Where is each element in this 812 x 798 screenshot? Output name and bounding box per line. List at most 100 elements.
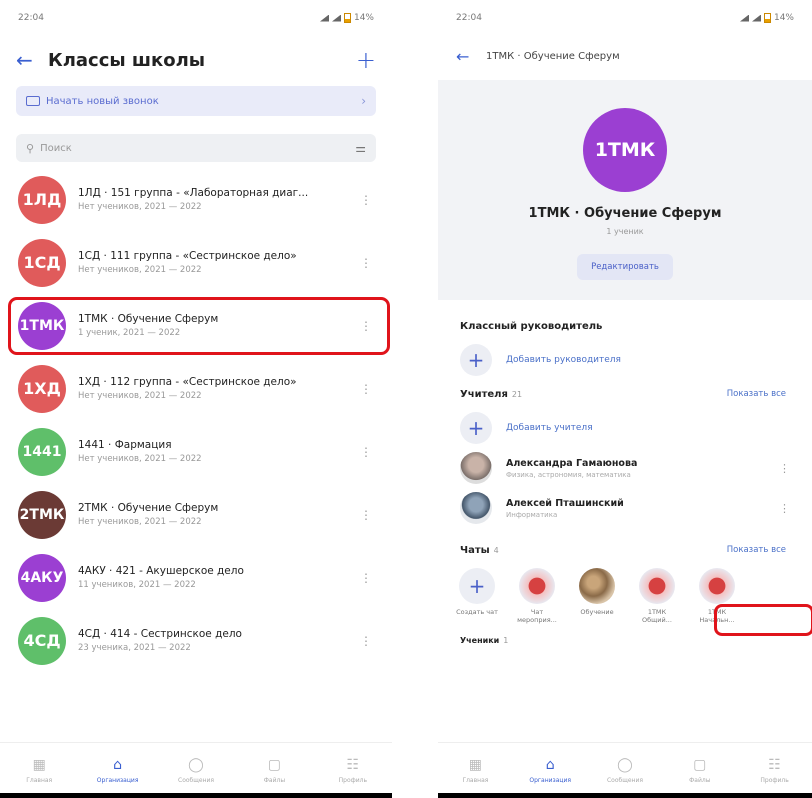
class-meta: Нет учеников, 2021 — 2022 xyxy=(78,265,202,275)
class-list-item[interactable]: 1СД 1СД · 111 группа - «Сестринское дело»… xyxy=(0,231,392,294)
class-name: 4АКУ · 421 - Акушерское дело xyxy=(78,565,244,577)
more-options-icon[interactable]: ⋮ xyxy=(358,445,374,459)
people-icon: ☷ xyxy=(768,757,781,773)
search-input[interactable]: ⚲ Поиск ⚌ xyxy=(16,134,376,162)
more-options-icon[interactable]: ⋮ xyxy=(779,462,790,475)
back-arrow-icon[interactable]: ← xyxy=(16,48,48,72)
class-avatar: 2ТМК xyxy=(18,490,66,539)
teacher-name: Александра Гамаюнова xyxy=(506,457,638,469)
tab-files[interactable]: ▢ Файлы xyxy=(662,743,737,798)
tab-organization[interactable]: ⌂ Организация xyxy=(513,743,588,798)
video-camera-icon xyxy=(26,96,40,106)
plus-icon: + xyxy=(459,568,495,604)
tab-label: Сообщения xyxy=(606,777,643,784)
tab-label: Главная xyxy=(26,777,53,784)
more-options-icon[interactable]: ⋮ xyxy=(779,502,790,515)
students-count: 1 xyxy=(503,636,509,646)
add-homeroom-button[interactable]: + Добавить руководителя xyxy=(438,340,812,380)
chat-label: Чат мероприя... xyxy=(517,608,557,624)
teacher-name: Алексей Пташинский xyxy=(506,497,624,509)
signal-icon xyxy=(331,14,341,22)
classes-screen: 22:04 14% ← Классы школы + Начать новый … xyxy=(0,0,392,798)
status-bar: 22:04 14% xyxy=(438,0,812,36)
class-info: 1ХД · 112 группа - «Сестринское дело» Нет… xyxy=(78,376,358,401)
school-icon: ⌂ xyxy=(113,757,123,773)
tab-files[interactable]: ▢ Файлы xyxy=(235,743,313,798)
grid-icon: ▦ xyxy=(32,757,46,773)
back-arrow-icon[interactable]: ← xyxy=(456,47,486,66)
class-info: 1СД · 111 группа - «Сестринское дело» Нет… xyxy=(78,250,358,275)
tab-label: Файлы xyxy=(263,777,286,784)
teacher-row[interactable]: Алексей Пташинский Информатика ⋮ xyxy=(438,488,812,528)
class-list-item[interactable]: 1ХД 1ХД · 112 группа - «Сестринское дело»… xyxy=(0,357,392,420)
chat-item[interactable]: 1ТМК Начальн... xyxy=(698,568,736,625)
tab-label: Организация xyxy=(96,777,139,784)
more-options-icon[interactable]: ⋮ xyxy=(358,634,374,648)
signal-icon xyxy=(751,14,761,22)
more-options-icon[interactable]: ⋮ xyxy=(358,319,374,333)
tab-organization[interactable]: ⌂ Организация xyxy=(78,743,156,798)
students-section-header: Ученики 1 xyxy=(438,631,812,651)
chat-label: Обучение xyxy=(580,608,614,616)
class-list-item[interactable]: 4АКУ 4АКУ · 421 - Акушерское дело 11 учени… xyxy=(0,546,392,609)
add-class-button[interactable]: + xyxy=(356,46,376,74)
teachers-title: Учителя xyxy=(460,388,508,400)
class-list: 1ЛД 1ЛД · 151 группа - «Лабораторная диаг… xyxy=(0,168,392,672)
signal-icon xyxy=(319,14,329,22)
add-teacher-label: Добавить учителя xyxy=(506,423,593,433)
class-avatar: 1ТМК xyxy=(18,301,66,350)
avatar xyxy=(460,452,492,484)
chat-item[interactable]: Обучение xyxy=(578,568,616,625)
app-header: ← Классы школы + xyxy=(0,36,392,84)
chevron-right-icon: › xyxy=(361,94,366,108)
tab-home[interactable]: ▦ Главная xyxy=(438,743,513,798)
app-header: ← 1ТМК · Обучение Сферум xyxy=(438,36,812,76)
class-list-item[interactable]: 2ТМК 2ТМК · Обучение Сферум Нет учеников, … xyxy=(0,483,392,546)
class-avatar: 1ХД xyxy=(18,364,66,413)
class-avatar: 1ЛД xyxy=(18,175,66,224)
class-avatar: 1ТМК xyxy=(583,108,667,192)
tab-profile[interactable]: ☷ Профиль xyxy=(314,743,392,798)
filter-icon[interactable]: ⚌ xyxy=(355,141,366,155)
people-icon: ☷ xyxy=(346,757,360,773)
status-time: 22:04 xyxy=(18,13,44,23)
create-chat-button[interactable]: + Создать чат xyxy=(456,568,498,625)
more-options-icon[interactable]: ⋮ xyxy=(358,571,374,585)
chats-title: Чаты xyxy=(460,544,490,556)
tab-profile[interactable]: ☷ Профиль xyxy=(737,743,812,798)
class-list-item[interactable]: 1ЛД 1ЛД · 151 группа - «Лабораторная диаг… xyxy=(0,168,392,231)
class-avatar: 1СД xyxy=(18,238,66,287)
header-title: 1ТМК · Обучение Сферум xyxy=(486,50,620,62)
class-name: 2ТМК · Обучение Сферум xyxy=(78,502,219,514)
page-title: Классы школы xyxy=(48,49,206,71)
class-name: 1441 · Фармация xyxy=(78,439,172,451)
signal-icon xyxy=(739,14,749,22)
more-options-icon[interactable]: ⋮ xyxy=(358,256,374,270)
school-icon: ⌂ xyxy=(545,757,555,773)
chats-show-all-link[interactable]: Показать все xyxy=(727,545,786,555)
edit-button[interactable]: Редактировать xyxy=(577,254,673,280)
more-options-icon[interactable]: ⋮ xyxy=(358,508,374,522)
tab-home[interactable]: ▦ Главная xyxy=(0,743,78,798)
chats-section-header: Чаты 4 Показать все xyxy=(438,536,812,564)
tab-messages[interactable]: ◯ Сообщения xyxy=(588,743,663,798)
class-meta: Нет учеников, 2021 — 2022 xyxy=(78,517,202,527)
start-call-button[interactable]: Начать новый звонок › xyxy=(16,86,376,116)
class-meta: Нет учеников, 2021 — 2022 xyxy=(78,202,202,212)
teachers-show-all-link[interactable]: Показать все xyxy=(727,389,786,399)
add-teacher-button[interactable]: + Добавить учителя xyxy=(438,408,812,448)
class-info: 4АКУ · 421 - Акушерское дело 11 учеников,… xyxy=(78,565,358,590)
more-options-icon[interactable]: ⋮ xyxy=(358,382,374,396)
chat-item[interactable]: 1ТМК Общий... xyxy=(638,568,676,625)
start-call-label: Начать новый звонок xyxy=(46,95,159,107)
chat-item[interactable]: Чат мероприя... xyxy=(517,568,557,625)
teachers-count: 21 xyxy=(511,389,523,399)
teacher-row[interactable]: Александра Гамаюнова Физика, астрономия,… xyxy=(438,448,812,488)
chat-avatar xyxy=(579,568,615,604)
class-list-item[interactable]: 4СД 4СД · 414 - Сестринское дело 23 ученик… xyxy=(0,609,392,672)
class-list-item[interactable]: 1ТМК 1ТМК · Обучение Сферум 1 ученик, 2021… xyxy=(0,294,392,357)
class-avatar: 4АКУ xyxy=(18,553,66,602)
more-options-icon[interactable]: ⋮ xyxy=(358,193,374,207)
class-list-item[interactable]: 1441 1441 · Фармация Нет учеников, 2021 — … xyxy=(0,420,392,483)
tab-messages[interactable]: ◯ Сообщения xyxy=(157,743,235,798)
